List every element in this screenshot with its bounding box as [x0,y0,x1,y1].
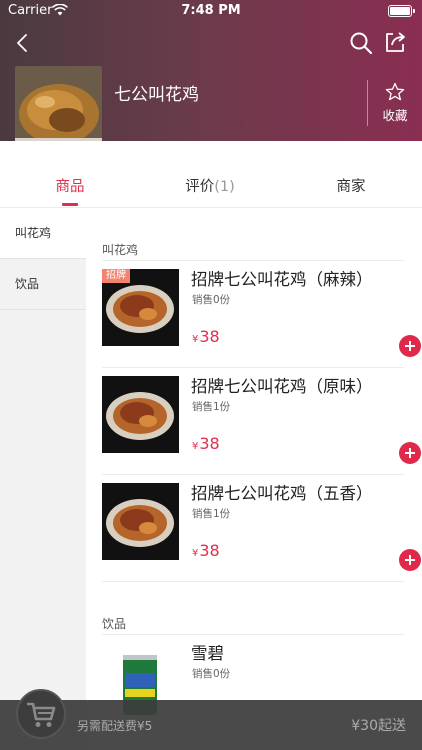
currency-symbol: ¥ [192,548,199,559]
list-item[interactable]: 招牌七公叫花鸡（原味） 销售1份 ¥38 [102,368,421,475]
review-count: (1) [214,179,235,195]
search-icon[interactable] [349,31,373,55]
cart-icon [27,702,56,727]
store-page: Carrier 7:48 PM 七公叫花鸡 收藏 商品 评价(1) 商家 叫花鸡… [0,0,422,750]
tab-label: 商品 [55,179,85,195]
price-value: 38 [199,327,220,346]
product-sales: 销售0份 [192,668,231,680]
share-icon[interactable] [383,30,407,54]
category-sidebar: 叫花鸡 饮品 [0,208,86,750]
sidebar-item-chicken[interactable]: 叫花鸡 [0,208,86,259]
delivery-fee: 另需配送费¥5 [77,719,153,733]
favorite-label: 收藏 [382,108,408,123]
product-sales: 销售0份 [192,294,231,306]
product-name: 雪碧 [191,644,224,663]
product-image [102,483,179,560]
battery-icon [388,5,415,17]
cart-button[interactable] [16,689,66,739]
add-to-cart-button[interactable] [399,335,421,357]
price-value: 38 [199,541,220,560]
list-item[interactable]: 招牌 招牌七公叫花鸡（麻辣） 销售0份 ¥38 [102,261,421,368]
tab-label: 评价 [185,179,215,195]
favorite-button[interactable]: 收藏 [374,82,416,126]
sidebar-item-label: 饮品 [15,277,40,291]
min-order-label: ¥30起送 [351,718,406,734]
sidebar-item-drinks[interactable]: 饮品 [0,259,86,310]
currency-symbol: ¥ [192,334,199,345]
product-sales: 销售1份 [192,401,231,413]
back-icon[interactable] [12,32,34,54]
status-bar: Carrier 7:48 PM [0,0,422,22]
tab-products[interactable]: 商品 [0,141,140,207]
product-sales: 销售1份 [192,508,231,520]
tab-label: 商家 [336,179,366,195]
product-price: ¥38 [192,327,220,346]
list-item[interactable]: 招牌七公叫花鸡（五香） 销售1份 ¥38 [102,475,421,582]
product-image: 招牌 [102,269,179,346]
active-tab-indicator [62,203,78,206]
section-title: 叫花鸡 [102,243,139,257]
product-name: 招牌七公叫花鸡（麻辣） [191,270,373,289]
section-title: 饮品 [102,617,127,631]
product-list[interactable]: 叫花鸡 招牌 招牌七公叫花鸡（麻辣） 销售0份 ¥38 招牌七公叫花鸡（原味） … [86,208,422,750]
star-icon [385,82,405,101]
currency-symbol: ¥ [192,441,199,452]
product-name: 招牌七公叫花鸡（五香） [191,484,373,503]
tab-reviews[interactable]: 评价(1) [140,141,280,207]
store-logo [15,66,102,152]
add-to-cart-button[interactable] [399,442,421,464]
product-image [102,376,179,453]
status-time: 7:48 PM [181,3,241,18]
product-price: ¥38 [192,541,220,560]
divider [367,80,368,126]
sidebar-item-label: 叫花鸡 [15,226,52,240]
price-value: 38 [199,434,220,453]
product-price: ¥38 [192,434,220,453]
signature-badge: 招牌 [102,269,130,283]
store-name: 七公叫花鸡 [114,85,199,105]
product-name: 招牌七公叫花鸡（原味） [191,377,373,396]
store-header: Carrier 7:48 PM 七公叫花鸡 收藏 [0,0,422,152]
add-to-cart-button[interactable] [399,549,421,571]
tab-merchant[interactable]: 商家 [281,141,421,207]
tab-bar: 商品 评价(1) 商家 [0,141,422,208]
